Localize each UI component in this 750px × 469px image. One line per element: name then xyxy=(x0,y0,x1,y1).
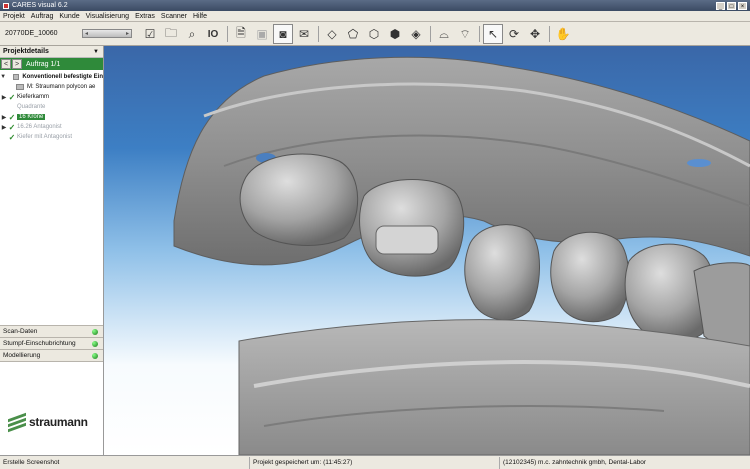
io-icon[interactable]: IO xyxy=(203,24,223,44)
view-top-icon[interactable]: ◇ xyxy=(322,24,342,44)
save-icon[interactable]: ▣ xyxy=(252,24,272,44)
toolbar-separator xyxy=(479,26,480,42)
auftrag-selector: < > Auftrag 1/1 xyxy=(0,58,103,70)
checkmark-icon: ✓ xyxy=(8,92,16,102)
status-message: Erstelle Screenshot xyxy=(0,456,250,469)
panel-modellierung[interactable]: Modellierung xyxy=(0,349,103,361)
tooth-premolar-2 xyxy=(550,231,630,323)
expand-right-icon[interactable]: ▶ xyxy=(0,94,8,101)
status-bar: Erstelle Screenshot Projekt gespeichert … xyxy=(0,455,750,469)
menu-extras[interactable]: Extras xyxy=(135,13,155,20)
3d-viewport[interactable] xyxy=(104,46,750,455)
project-tree: ▼ Konventionell befestigte Ein M: Strauman… xyxy=(0,70,103,142)
tree-item-label: Konventionell befestigte Ein xyxy=(22,74,103,80)
tooth-lower-icon[interactable]: ⌔ xyxy=(455,24,475,44)
expand-right-icon[interactable]: ▶ xyxy=(0,124,8,131)
hand-icon[interactable]: ✋ xyxy=(553,24,573,44)
status-save-time: Projekt gespeichert um: (11:45:27) xyxy=(250,456,500,469)
menu-auftrag[interactable]: Auftrag xyxy=(31,13,54,20)
tooth-upper-icon[interactable]: ⌓ xyxy=(434,24,454,44)
expand-right-icon[interactable]: ▶ xyxy=(0,114,8,121)
close-button[interactable]: × xyxy=(738,1,747,10)
checkmark-icon: ✓ xyxy=(8,122,16,132)
panel-stumpf-einschubrichtung[interactable]: Stumpf-Einschubrichtung xyxy=(0,337,103,349)
tree-item[interactable]: Quadrante xyxy=(0,102,103,112)
tree-item[interactable]: ▼ Konventionell befestigte Ein xyxy=(0,72,103,82)
straumann-logo-mark-icon xyxy=(8,412,26,433)
toolbar: 20770DE_10060 ◂ ▸ ☑ 🗀 ⌕ IO 🗎 ▣ ◙ ✉ ◇ ⬠ ⬡ … xyxy=(0,22,750,46)
tree-item-label: Quadrante xyxy=(17,104,46,110)
tree-item-label: Kieferkamm xyxy=(17,94,50,100)
next-order-button[interactable]: > xyxy=(12,59,22,69)
panel-area xyxy=(0,361,103,416)
tree-item[interactable]: ▶ ✓ 16 Krone xyxy=(0,112,103,122)
open-folder-icon[interactable]: 🗀 xyxy=(161,24,181,44)
toolbar-separator xyxy=(549,26,550,42)
workflow-panels: Scan-Daten Stumpf-Einschubrichtung Model… xyxy=(0,325,103,416)
window-controls: _ □ × xyxy=(716,1,750,10)
tree-item[interactable]: ▶ ✓ Kieferkamm xyxy=(0,92,103,102)
auftrag-label: Auftrag 1/1 xyxy=(26,60,61,68)
material-icon xyxy=(16,84,24,90)
document-icon[interactable]: 🗎 xyxy=(231,24,251,44)
minimize-button[interactable]: _ xyxy=(716,1,725,10)
mail-icon[interactable]: ✉ xyxy=(294,24,314,44)
tooth-left xyxy=(239,153,359,246)
menu-scanner[interactable]: Scanner xyxy=(161,13,187,20)
toolbar-separator xyxy=(227,26,228,42)
project-details-header[interactable]: Projektdetails ▼ xyxy=(0,46,103,58)
tree-item-label: 16 Krone xyxy=(17,114,46,120)
view-back-icon[interactable]: ⬢ xyxy=(385,24,405,44)
straumann-logo: straumann xyxy=(8,412,88,433)
checklist-icon[interactable]: ☑ xyxy=(140,24,160,44)
toolbar-separator xyxy=(430,26,431,42)
tree-item[interactable]: ✓ Kiefer mit Antagonist xyxy=(0,132,103,142)
previous-order-button[interactable]: < xyxy=(1,59,11,69)
menu-visualisierung[interactable]: Visualisierung xyxy=(86,13,129,20)
camera-icon[interactable]: ◙ xyxy=(273,24,293,44)
status-ok-icon xyxy=(92,352,98,359)
logo-text: straumann xyxy=(29,415,88,429)
move-icon[interactable]: ✥ xyxy=(525,24,545,44)
menu-kunde[interactable]: Kunde xyxy=(59,13,79,20)
window-title: CARES visual 6.2 xyxy=(12,2,68,9)
view-side-icon[interactable]: ⬡ xyxy=(364,24,384,44)
pointer-icon[interactable]: ↖ xyxy=(483,24,503,44)
menu-bar: Projekt Auftrag Kunde Visualisierung Ext… xyxy=(0,11,750,22)
expand-down-icon[interactable]: ▼ xyxy=(0,74,6,80)
toolbar-icons: ☑ 🗀 ⌕ IO 🗎 ▣ ◙ ✉ ◇ ⬠ ⬡ ⬢ ◈ ⌓ ⌔ ↖ ⟳ ✥ ✋ xyxy=(140,22,574,46)
menu-hilfe[interactable]: Hilfe xyxy=(193,13,207,20)
status-customer: (12102345) m.c. zahntechnik gmbh, Dental… xyxy=(503,459,647,466)
rotate-icon[interactable]: ⟳ xyxy=(504,24,524,44)
checkmark-icon: ✓ xyxy=(8,132,16,142)
tree-item[interactable]: ▶ ✓ 16.26 Antagonist xyxy=(0,122,103,132)
lower-jaw-model xyxy=(238,319,750,455)
menu-projekt[interactable]: Projekt xyxy=(3,13,25,20)
tree-item-label: 16.26 Antagonist xyxy=(17,124,62,130)
tooth-premolar-1 xyxy=(464,224,540,321)
chevron-down-icon[interactable]: ▼ xyxy=(93,49,99,55)
sidebar: Projektdetails ▼ < > Auftrag 1/1 ▼ Konven… xyxy=(0,46,104,455)
checkmark-icon: ✓ xyxy=(8,112,16,122)
view-bottom-icon[interactable]: ◈ xyxy=(406,24,426,44)
status-ok-icon xyxy=(92,328,98,335)
title-bar: CARES visual 6.2 _ □ × xyxy=(0,0,750,11)
tree-item-label: Kiefer mit Antagonist xyxy=(17,134,73,140)
job-number: 20770DE_10060 xyxy=(5,30,58,37)
tree-item-label: M: Straumann polycon ae xyxy=(27,84,96,90)
search-icon[interactable]: ⌕ xyxy=(182,24,202,44)
job-navigator[interactable]: ◂ ▸ xyxy=(82,29,132,38)
tree-item[interactable]: M: Straumann polycon ae xyxy=(0,82,103,92)
toolbar-separator xyxy=(318,26,319,42)
status-ok-icon xyxy=(92,340,98,347)
dental-model-render xyxy=(173,56,750,455)
panel-scan-daten[interactable]: Scan-Daten xyxy=(0,325,103,337)
view-front-icon[interactable]: ⬠ xyxy=(343,24,363,44)
app-icon xyxy=(3,2,9,9)
maximize-button[interactable]: □ xyxy=(727,1,736,10)
restoration-icon xyxy=(12,74,20,80)
